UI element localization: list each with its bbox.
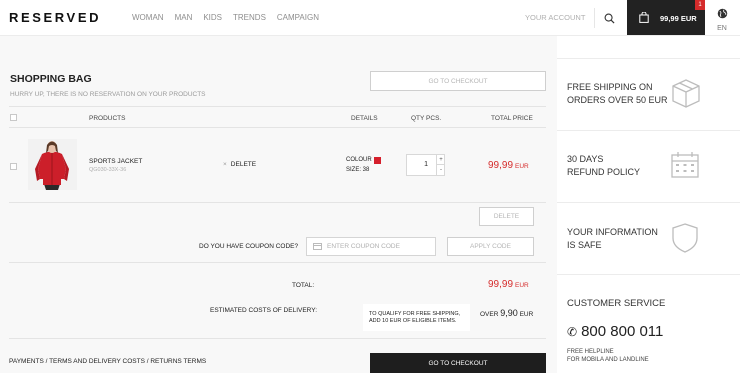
quantity-decrease-button[interactable]: - [436, 165, 445, 175]
secure-info-line1: YOUR INFORMATION [567, 227, 658, 237]
column-qty: QTY PCS. [411, 115, 442, 122]
divider [9, 202, 546, 203]
select-all-checkbox[interactable] [10, 114, 17, 121]
free-shipping-info: FREE SHIPPING ON ORDERS OVER 50 EUR [567, 81, 668, 106]
divider [9, 106, 546, 107]
nav-man[interactable]: MAN [175, 13, 193, 22]
package-icon [672, 79, 700, 108]
close-icon: × [223, 161, 227, 168]
cart-button[interactable]: 99,99 EUR 1 [627, 0, 705, 35]
divider [557, 130, 740, 131]
divider [9, 127, 546, 128]
product-code: QG030-33X-36 [89, 167, 127, 173]
page: RESERVED WOMAN MAN KIDS TRENDS CAMPAIGN … [0, 0, 740, 373]
delivery-cost-currency: EUR [519, 311, 534, 318]
apply-code-button[interactable]: APPLY CODE [447, 237, 534, 256]
column-details: DETAILS [351, 115, 378, 122]
coupon-placeholder: ENTER COUPON CODE [327, 243, 400, 250]
site-logo[interactable]: RESERVED [9, 10, 101, 25]
divider [9, 338, 546, 339]
shopping-bag-panel: SHOPPING BAG HURRY UP, THERE IS NO RESER… [0, 36, 557, 373]
colour-label: COLOUR [346, 157, 372, 163]
size-label: SIZE: 38 [346, 167, 370, 173]
product-thumbnail[interactable] [28, 139, 77, 190]
secure-info: YOUR INFORMATION IS SAFE [567, 226, 658, 251]
nav-woman[interactable]: WOMAN [132, 13, 164, 22]
delete-button[interactable]: DELETE [479, 207, 534, 226]
product-name[interactable]: SPORTS JACKET [89, 158, 142, 165]
item-total-price: 99,99 EUR [488, 160, 529, 171]
language-label: EN [717, 25, 727, 32]
helpline-line2: FOR MOBILA AND LANDLINE [567, 357, 649, 363]
your-account-link[interactable]: YOUR ACCOUNT [525, 13, 585, 22]
globe-icon [717, 8, 727, 19]
divider [557, 274, 740, 275]
phone-number[interactable]: ✆ 800 800 011 [567, 323, 663, 340]
coupon-question: DO YOU HAVE COUPON CODE? [199, 243, 299, 250]
refund-line2: REFUND POLICY [567, 166, 641, 177]
divider [9, 262, 546, 263]
top-header: RESERVED WOMAN MAN KIDS TRENDS CAMPAIGN … [0, 0, 740, 36]
column-products: PRODUCTS [89, 115, 126, 122]
helpline-line1: FREE HELPLINE [567, 349, 614, 355]
order-total: 99,99 EUR [488, 279, 529, 290]
coupon-card-icon [313, 243, 322, 250]
nav-trends[interactable]: TRENDS [233, 13, 266, 22]
item-checkbox[interactable] [10, 163, 17, 170]
info-sidebar: FREE SHIPPING ON ORDERS OVER 50 EUR 30 D… [557, 36, 740, 373]
delivery-cost-value: 9,90 [500, 308, 518, 318]
free-shipping-note-line1: TO QUALIFY FOR FREE SHIPPING, [369, 311, 461, 317]
quantity-stepper[interactable]: 1 + - [406, 154, 445, 176]
cart-count-badge: 1 [695, 0, 705, 10]
cart-amount: 99,99 EUR [660, 14, 697, 23]
total-label: TOTAL: [292, 282, 315, 289]
delivery-cost: OVER 9,90 EUR [480, 308, 533, 318]
page-subtitle: HURRY UP, THERE IS NO RESERVATION ON YOU… [10, 91, 206, 98]
search-icon [604, 13, 615, 24]
divider [557, 58, 740, 59]
go-to-checkout-button[interactable]: GO TO CHECKOUT [370, 353, 546, 373]
free-shipping-note: TO QUALIFY FOR FREE SHIPPING, ADD 10 EUR… [363, 304, 470, 331]
item-price-value: 99,99 [488, 160, 514, 171]
go-to-checkout-top-button[interactable]: GO TO CHECKOUT [370, 71, 546, 91]
coupon-code-input[interactable]: ENTER COUPON CODE [306, 237, 436, 256]
page-title: SHOPPING BAG [10, 73, 92, 85]
delivery-over-label: OVER [480, 311, 499, 318]
quantity-increase-button[interactable]: + [436, 155, 445, 165]
free-shipping-line1: FREE SHIPPING ON [567, 82, 653, 92]
product-image [28, 139, 77, 190]
free-shipping-line2: ORDERS OVER 50 EUR [567, 94, 668, 105]
customer-service-title: CUSTOMER SERVICE [567, 298, 666, 309]
free-shipping-note-line2: ADD 10 EUR OF ELIGIBLE ITEMS. [369, 317, 457, 324]
divider [557, 202, 740, 203]
delivery-cost-label: ESTIMATED COSTS OF DELIVERY: [210, 307, 318, 314]
quantity-value[interactable]: 1 [407, 155, 436, 175]
nav-kids[interactable]: KIDS [203, 13, 222, 22]
phone-number-value: 800 800 011 [581, 323, 664, 340]
item-price-currency: EUR [515, 163, 529, 170]
helpline-note: FREE HELPLINE FOR MOBILA AND LANDLINE [567, 348, 649, 364]
shopping-bag-icon [639, 12, 649, 23]
column-total-price: TOTAL PRICE [491, 115, 533, 122]
footer-terms-links[interactable]: PAYMENTS / TERMS AND DELIVERY COSTS / RE… [9, 358, 206, 365]
delete-item-link[interactable]: × DELETE [223, 161, 256, 168]
shield-icon [672, 223, 698, 253]
main-nav: WOMAN MAN KIDS TRENDS CAMPAIGN [132, 13, 330, 22]
phone-icon: ✆ [567, 325, 578, 339]
delete-item-label: DELETE [230, 161, 257, 168]
order-total-value: 99,99 [488, 279, 514, 290]
search-button[interactable] [594, 8, 624, 28]
calendar-icon [671, 152, 699, 178]
language-selector[interactable]: EN [708, 6, 736, 32]
refund-policy-info: 30 DAYS REFUND POLICY [567, 153, 640, 178]
secure-info-line2: IS SAFE [567, 239, 602, 250]
nav-campaign[interactable]: CAMPAIGN [277, 13, 319, 22]
order-total-currency: EUR [515, 282, 529, 289]
refund-line1: 30 DAYS [567, 154, 604, 164]
colour-swatch [374, 157, 381, 164]
